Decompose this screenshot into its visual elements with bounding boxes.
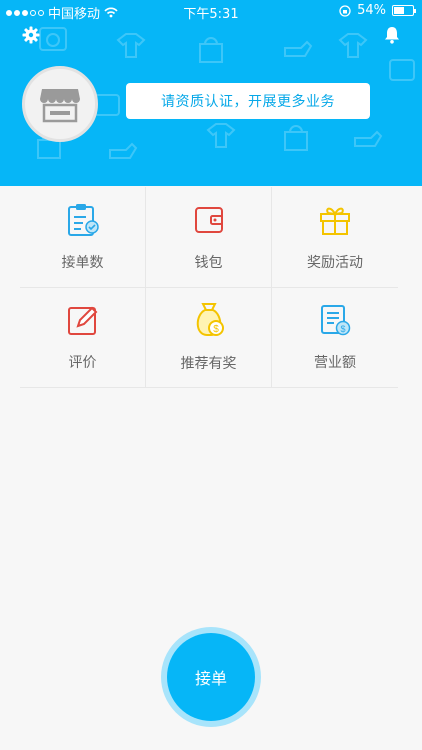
menu-item-label: 接单数 [61, 254, 104, 271]
clipboard-check-icon [67, 203, 99, 236]
menu-item-rewards[interactable]: 奖励活动 [272, 187, 398, 288]
menu-item-wallet[interactable]: 钱包 [146, 187, 272, 288]
accept-order-button[interactable]: 接单 [167, 633, 255, 721]
edit-icon [67, 306, 97, 336]
gear-icon[interactable] [22, 26, 40, 44]
wallet-icon [194, 206, 223, 233]
menu-item-orders[interactable]: 接单数 [20, 187, 146, 288]
menu-item-label: 评价 [68, 355, 97, 372]
avatar[interactable] [22, 66, 98, 142]
revenue-report-icon: $ [321, 305, 351, 336]
menu-item-label: 营业额 [314, 355, 356, 372]
certification-banner[interactable]: 请资质认证，开展更多业务 [126, 83, 370, 119]
svg-text:$: $ [340, 324, 345, 334]
menu-item-reviews[interactable]: 评价 [20, 287, 146, 388]
svg-text:$: $ [213, 324, 219, 335]
accept-order-ring: 接单 [161, 627, 261, 727]
money-bag-icon: $ [196, 303, 224, 337]
store-icon [40, 89, 80, 123]
menu-item-label: 推荐有奖 [180, 356, 237, 373]
bell-icon[interactable] [384, 26, 400, 44]
menu-item-label: 钱包 [194, 254, 223, 271]
header: 中国移动 下午5:31 54% 请资质认证，开展更多业务 [0, 0, 422, 186]
menu-item-referral[interactable]: $ 推荐有奖 [146, 287, 272, 388]
menu-grid: 接单数 钱包 奖励活动 评价 $ 推荐有奖 $ 营业额 [20, 187, 398, 388]
menu-item-label: 奖励活动 [307, 254, 363, 271]
menu-item-turnover[interactable]: $ 营业额 [272, 288, 398, 388]
gift-icon [320, 207, 350, 235]
